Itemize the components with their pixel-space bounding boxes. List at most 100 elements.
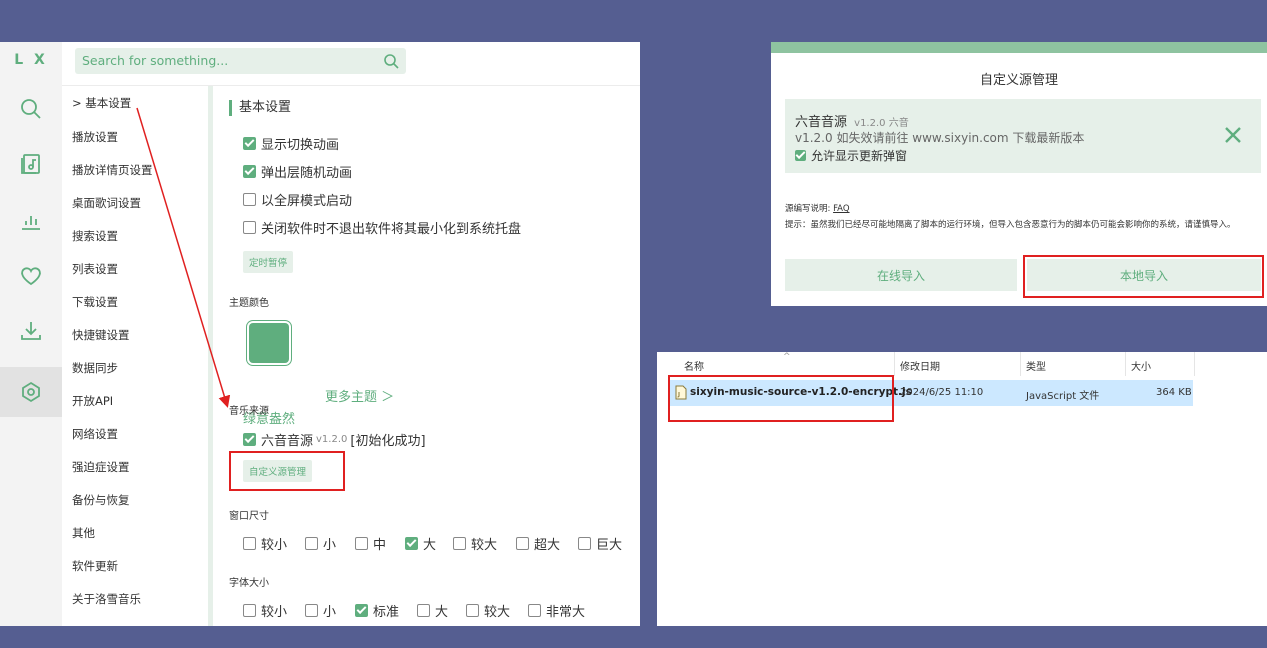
checkbox-box	[453, 537, 466, 550]
source-writing-hint: 源编写说明: FAQ	[785, 204, 850, 214]
font-size-small[interactable]: 小	[305, 601, 336, 620]
more-themes-link[interactable]: 更多主题 ＞	[325, 386, 394, 405]
source-card-name: 六音音源 v1.2.0 六音	[795, 115, 909, 130]
column-separator[interactable]	[1020, 352, 1021, 376]
nav-item-hotkey[interactable]: 快捷键设置	[72, 327, 130, 343]
music-source-label: 音乐来源	[229, 406, 269, 417]
checkbox-box	[578, 537, 591, 550]
source-card-version: v1.2.0 六音	[854, 118, 909, 129]
window-size-larger[interactable]: 较大	[453, 534, 497, 553]
column-separator[interactable]	[1194, 352, 1195, 376]
checkbox-box	[305, 537, 318, 550]
column-separator[interactable]	[1125, 352, 1126, 376]
settings-content: 基本设置 显示切换动画 弹出层随机动画 以全屏模式启动 关闭软件时不退出软件将其…	[213, 86, 640, 626]
sort-ascending-icon: ^	[783, 352, 791, 362]
search-icon[interactable]	[383, 53, 399, 69]
nav-item-odc[interactable]: 强迫症设置	[72, 459, 130, 475]
nav-item-backup[interactable]: 备份与恢复	[72, 492, 130, 508]
source-version: v1.2.0	[316, 434, 348, 445]
nav-item-list[interactable]: 列表设置	[72, 261, 118, 277]
font-size-large[interactable]: 大	[417, 601, 448, 620]
allow-update-popup-checkbox[interactable]: 允许显示更新弹窗	[795, 147, 907, 164]
checkbox-box	[243, 165, 256, 178]
column-separator[interactable]	[894, 352, 895, 376]
font-size-standard[interactable]: 标准	[355, 601, 399, 620]
source-status: [初始化成功]	[350, 434, 426, 449]
theme-swatch-green[interactable]	[249, 323, 289, 363]
remove-source-icon[interactable]	[1223, 125, 1243, 145]
checkbox-box	[355, 537, 368, 550]
column-header-size[interactable]: 大小	[1131, 358, 1151, 373]
nav-item-open-api[interactable]: 开放API	[72, 393, 113, 409]
checkbox-fullscreen-start[interactable]: 以全屏模式启动	[243, 190, 352, 209]
music-list-icon[interactable]	[0, 139, 62, 189]
window-size-label: 窗口尺寸	[229, 511, 269, 522]
checkbox-random-popup-animation[interactable]: 弹出层随机动画	[243, 162, 352, 181]
checkbox-box	[405, 537, 418, 550]
nav-item-play[interactable]: 播放设置	[72, 129, 118, 145]
column-header-type[interactable]: 类型	[1026, 358, 1046, 373]
checkbox-minimize-to-tray[interactable]: 关闭软件时不退出软件将其最小化到系统托盘	[243, 218, 521, 237]
window-size-smaller[interactable]: 较小	[243, 534, 287, 553]
file-modified: 2024/6/25 11:10	[900, 387, 984, 398]
checkbox-box	[305, 604, 318, 617]
checkbox-box	[528, 604, 541, 617]
leaderboard-icon[interactable]	[0, 195, 62, 245]
search-placeholder: Search for something...	[82, 53, 229, 68]
file-size: 364 KB	[1156, 387, 1192, 398]
nav-item-other[interactable]: 其他	[72, 525, 95, 541]
search-input[interactable]: Search for something...	[75, 48, 406, 74]
window-size-xlarge[interactable]: 超大	[516, 534, 560, 553]
nav-item-sync[interactable]: 数据同步	[72, 360, 118, 376]
nav-item-search[interactable]: 搜索设置	[72, 228, 118, 244]
source-card: 六音音源 v1.2.0 六音 v1.2.0 如失效请前往 www.sixyin.…	[785, 99, 1261, 173]
faq-link[interactable]: FAQ	[833, 204, 849, 214]
font-size-very-large[interactable]: 非常大	[528, 601, 585, 620]
window-size-huge[interactable]: 巨大	[578, 534, 622, 553]
window-size-small[interactable]: 小	[305, 534, 336, 553]
checkbox-switch-animation[interactable]: 显示切换动画	[243, 134, 339, 153]
timer-pause-button[interactable]: 定时暂停	[243, 251, 294, 273]
nav-item-about[interactable]: 关于洛雪音乐	[72, 591, 141, 607]
nav-item-network[interactable]: 网络设置	[72, 426, 118, 442]
dialog-title: 自定义源管理	[979, 73, 1058, 88]
checkbox-box	[795, 150, 806, 161]
lx-music-window: L X Search for something... > 基本设置 播放设置 …	[0, 42, 640, 626]
radio-music-source[interactable]: 六音音源 v1.2.0 [初始化成功]	[243, 430, 426, 449]
online-import-button[interactable]: 在线导入	[785, 259, 1017, 291]
nav-item-basic[interactable]: > 基本设置	[72, 95, 131, 111]
checkbox-box	[466, 604, 479, 617]
font-size-label: 字体大小	[229, 578, 269, 589]
checkbox-box	[243, 604, 256, 617]
highlight-js-file	[668, 375, 894, 422]
dialog-title-bar	[771, 42, 1267, 53]
window-size-large[interactable]: 大	[405, 534, 436, 553]
checkbox-box	[516, 537, 529, 550]
download-icon[interactable]	[0, 306, 62, 356]
app-logo: L X	[14, 52, 48, 68]
checkbox-box	[243, 537, 256, 550]
settings-icon[interactable]	[0, 367, 62, 417]
section-title: 基本设置	[229, 100, 291, 116]
security-warning: 提示：虽然我们已经尽可能地隔离了脚本的运行环境，但导入包含恶意行为的脚本仍可能会…	[785, 220, 1236, 230]
checkbox-box	[243, 433, 256, 446]
nav-item-desktop-lyric[interactable]: 桌面歌词设置	[72, 195, 141, 211]
settings-nav: > 基本设置 播放设置 播放详情页设置 桌面歌词设置 搜索设置 列表设置 下载设…	[62, 86, 210, 626]
font-size-smaller[interactable]: 较小	[243, 601, 287, 620]
heart-icon[interactable]	[0, 251, 62, 301]
nav-item-play-detail[interactable]: 播放详情页设置	[72, 162, 153, 178]
nav-item-download[interactable]: 下载设置	[72, 294, 118, 310]
nav-item-update[interactable]: 软件更新	[72, 558, 118, 574]
highlight-local-import-button	[1023, 255, 1264, 298]
font-size-larger[interactable]: 较大	[466, 601, 510, 620]
file-type: JavaScript 文件	[1026, 391, 1100, 402]
checkbox-box	[243, 137, 256, 150]
theme-color-label: 主题颜色	[229, 298, 269, 309]
checkbox-box	[243, 221, 256, 234]
search-nav-icon[interactable]	[0, 84, 62, 134]
column-header-modified[interactable]: 修改日期	[900, 358, 940, 373]
checkbox-box	[355, 604, 368, 617]
column-header-name[interactable]: 名称	[684, 358, 704, 373]
window-size-medium[interactable]: 中	[355, 534, 386, 553]
checkbox-box	[243, 193, 256, 206]
